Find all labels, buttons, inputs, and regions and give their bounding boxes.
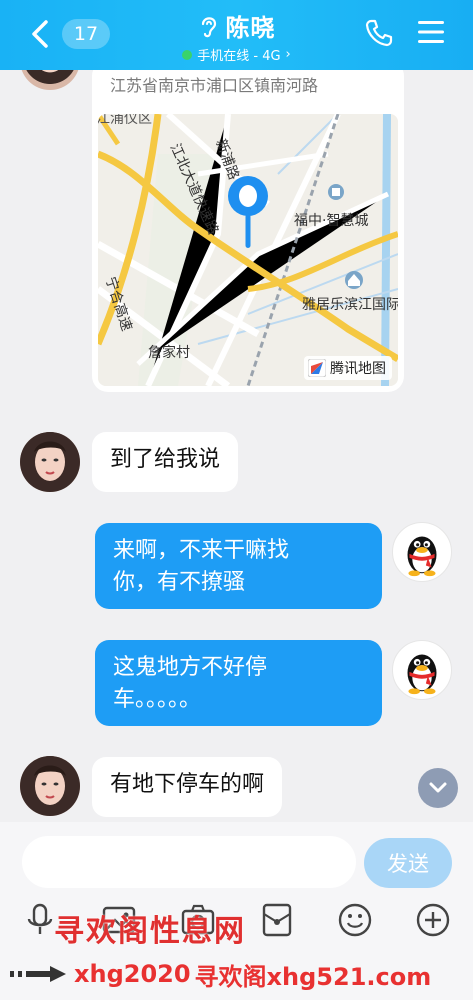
arrow-right-icon (10, 966, 66, 982)
chat-header: 17 陈晓 手机在线 - 4G › (0, 0, 473, 70)
penguin-avatar-icon (407, 536, 437, 577)
watermark-banner: xhg2020 寻欢阁xhg521.com (10, 956, 465, 992)
ear-icon (201, 16, 216, 37)
online-dot-icon (182, 49, 193, 60)
location-message-card[interactable]: 江苏省南京市浦口区镇南河路 新浦路 江北大道快速路 宁合高速 福中·智慧城 雅居… (92, 70, 404, 392)
contact-avatar[interactable] (20, 70, 80, 90)
map-provider-name: 腾讯地图 (330, 361, 386, 377)
status-chevron-icon: › (285, 47, 291, 62)
contact-avatar[interactable] (20, 432, 80, 492)
incoming-message-bubble[interactable]: 到了给我说 (92, 432, 239, 492)
online-status: 手机在线 - 4G › (0, 45, 473, 64)
message-text: 有地下停车的啊 (110, 772, 265, 797)
outgoing-message-bubble[interactable]: 这鬼地方不好停 车。。。。。 (95, 640, 382, 726)
message-text: 到了给我说 (110, 447, 221, 472)
phone-icon[interactable] (364, 18, 394, 48)
message-text-line: 来啊，不来干嘛找 (113, 538, 290, 563)
outgoing-message-bubble[interactable]: 来啊，不来干嘛找 你，有不撩骚 (95, 523, 382, 609)
watermark-url-site: 寻欢阁xhg521.com (194, 962, 432, 991)
map-roads (98, 114, 398, 386)
map-label-district: 江浦仪区 (98, 114, 152, 127)
map-preview[interactable]: 新浦路 江北大道快速路 宁合高速 福中·智慧城 雅居乐滨江国际 詹家村 江浦仪区… (98, 114, 398, 386)
plus-icon[interactable] (415, 902, 451, 938)
woman-avatar-icon (20, 756, 80, 816)
location-address: 江苏省南京市浦口区镇南河路 (110, 76, 319, 95)
title-block[interactable]: 陈晓 手机在线 - 4G › (0, 8, 473, 64)
contact-name: 陈晓 (225, 14, 276, 42)
map-label-mall: 福中·智慧城 (294, 213, 369, 229)
online-status-text: 手机在线 - 4G (197, 49, 281, 64)
contact-avatar[interactable] (20, 756, 80, 816)
map-provider-logo: 腾讯地图 (304, 356, 392, 380)
map-label-yaju: 雅居乐滨江国际 (302, 297, 398, 313)
red-packet-icon[interactable] (259, 902, 295, 938)
message-text-line: 你，有不撩骚 (113, 570, 246, 595)
penguin-avatar-icon (407, 654, 437, 695)
emoji-icon[interactable] (337, 902, 373, 938)
scroll-to-bottom-button[interactable] (418, 768, 458, 808)
message-text-line: 这鬼地方不好停 (113, 655, 268, 680)
microphone-icon[interactable] (22, 902, 58, 938)
chevron-down-icon (429, 782, 447, 793)
chat-message-list[interactable]: 江苏省南京市浦口区镇南河路 新浦路 江北大道快速路 宁合高速 福中·智慧城 雅居… (0, 70, 473, 822)
my-avatar[interactable] (392, 640, 452, 700)
map-label-village: 詹家村 (148, 345, 190, 361)
message-input[interactable] (22, 836, 356, 888)
woman-avatar-icon (20, 432, 80, 492)
incoming-message-bubble[interactable]: 有地下停车的啊 (92, 757, 283, 817)
my-avatar[interactable] (392, 522, 452, 582)
tencent-map-icon (308, 359, 326, 377)
watermark-url: xhg2020 (74, 960, 191, 988)
message-text-line: 车。。。。。 (113, 687, 202, 712)
send-button[interactable]: 发送 (364, 838, 452, 888)
watermark-text: 寻欢阁性息网 (54, 914, 246, 949)
menu-icon[interactable] (417, 19, 445, 45)
